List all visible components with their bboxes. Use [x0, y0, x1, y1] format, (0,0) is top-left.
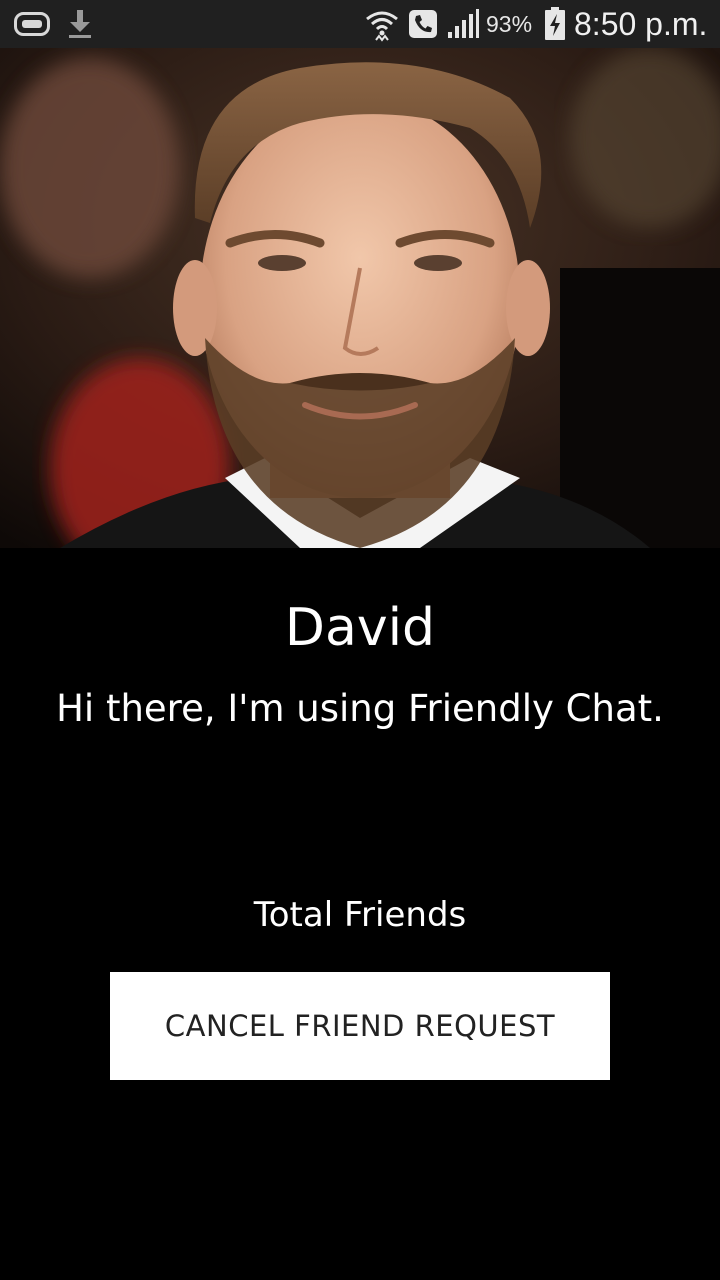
profile-photo[interactable] — [0, 48, 720, 548]
gamepad-icon — [14, 12, 50, 36]
wifi-icon — [364, 6, 400, 42]
profile-status: Hi there, I'm using Friendly Chat. — [56, 687, 664, 730]
signal-icon — [446, 8, 480, 40]
clock: 8:50 p.m. — [574, 6, 708, 42]
status-bar-right: 93% 8:50 p.m. — [340, 0, 720, 48]
battery-charging-icon — [544, 7, 566, 41]
battery-percent: 93% — [486, 11, 533, 37]
phone-icon — [408, 8, 438, 40]
cancel-friend-request-label: CANCEL FRIEND REQUEST — [164, 1009, 556, 1043]
download-icon — [66, 8, 94, 40]
status-bar: 93% 8:50 p.m. — [0, 0, 720, 48]
cancel-friend-request-button[interactable]: CANCEL FRIEND REQUEST — [110, 972, 610, 1080]
total-friends-label: Total Friends — [253, 895, 467, 935]
profile-name: David — [284, 598, 436, 658]
